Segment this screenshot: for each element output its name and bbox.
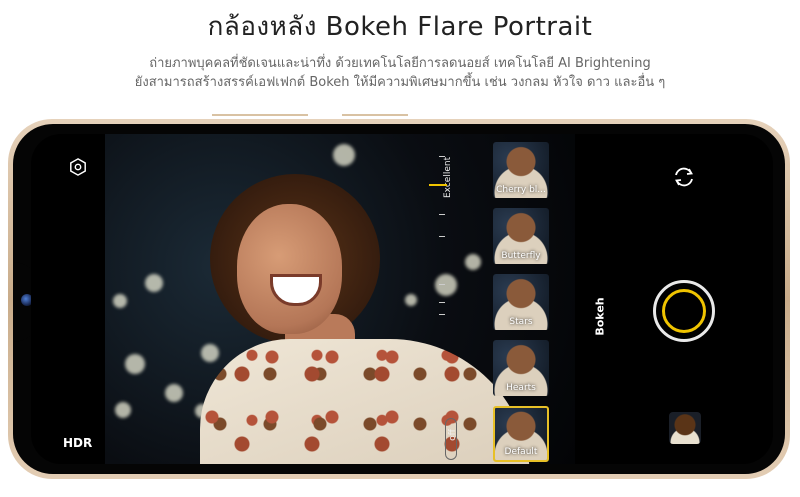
effect-option-cherry-blossom[interactable]: Cherry bl... bbox=[493, 142, 549, 198]
phone-frame: HDR Excellent off Cherry bl... Butterfly bbox=[8, 119, 790, 479]
slider-thumb[interactable] bbox=[429, 184, 447, 186]
effect-label: Cherry bl... bbox=[496, 185, 546, 195]
switch-camera-icon[interactable] bbox=[671, 164, 697, 190]
subject-face bbox=[237, 204, 342, 334]
tab-indicator-1[interactable] bbox=[212, 114, 308, 116]
effect-picker: Cherry bl... Butterfly Stars Hearts Defa… bbox=[493, 142, 551, 464]
bokeh-light bbox=[165, 384, 183, 402]
shutter-button[interactable] bbox=[653, 280, 715, 342]
slider-tick bbox=[439, 236, 445, 237]
effect-label: Hearts bbox=[506, 383, 536, 393]
effect-option-stars[interactable]: Stars bbox=[493, 274, 549, 330]
slider-tick bbox=[439, 314, 445, 315]
effect-option-default[interactable]: Default bbox=[493, 406, 549, 462]
shutter-ring bbox=[662, 289, 706, 333]
bokeh-light bbox=[201, 344, 219, 362]
effect-label: Butterfly bbox=[501, 251, 541, 261]
slider-tick bbox=[439, 284, 445, 285]
bokeh-light bbox=[113, 294, 127, 308]
effect-label: Stars bbox=[509, 317, 533, 327]
subtitle-line-2: ยังสามารถสร้างสรรค์เอฟเฟกต์ Bokeh ให้มีค… bbox=[134, 75, 666, 90]
settings-icon[interactable] bbox=[69, 158, 87, 176]
slider-off-label: off bbox=[447, 429, 458, 441]
slider-tick bbox=[439, 156, 445, 157]
bokeh-light bbox=[333, 144, 355, 166]
subtitle-line-1: ถ่ายภาพบุคคลที่ชัดเจนและน่าทึ่ง ด้วยเทคโ… bbox=[149, 56, 651, 71]
page-subtitle: ถ่ายภาพบุคคลที่ชัดเจนและน่าทึ่ง ด้วยเทคโ… bbox=[0, 54, 800, 92]
bokeh-light bbox=[125, 354, 145, 374]
mode-label-bokeh[interactable]: Bokeh bbox=[594, 297, 607, 335]
slider-tick bbox=[439, 214, 445, 215]
camera-screen: HDR Excellent off Cherry bl... Butterfly bbox=[31, 134, 773, 464]
page-title: กล้องหลัง Bokeh Flare Portrait bbox=[207, 12, 593, 42]
tab-indicator-2[interactable] bbox=[342, 114, 408, 116]
bokeh-light bbox=[145, 274, 163, 292]
effect-option-hearts[interactable]: Hearts bbox=[493, 340, 549, 396]
subject-shirt bbox=[200, 339, 530, 464]
gallery-thumbnail[interactable] bbox=[669, 412, 701, 444]
slider-tick bbox=[439, 302, 445, 303]
bokeh-light bbox=[405, 294, 417, 306]
phone-bezel: HDR Excellent off Cherry bl... Butterfly bbox=[13, 124, 785, 474]
bokeh-light bbox=[115, 402, 131, 418]
effect-label: Default bbox=[504, 447, 538, 457]
hdr-toggle[interactable]: HDR bbox=[63, 436, 92, 450]
bokeh-light bbox=[465, 254, 481, 270]
effect-option-butterfly[interactable]: Butterfly bbox=[493, 208, 549, 264]
